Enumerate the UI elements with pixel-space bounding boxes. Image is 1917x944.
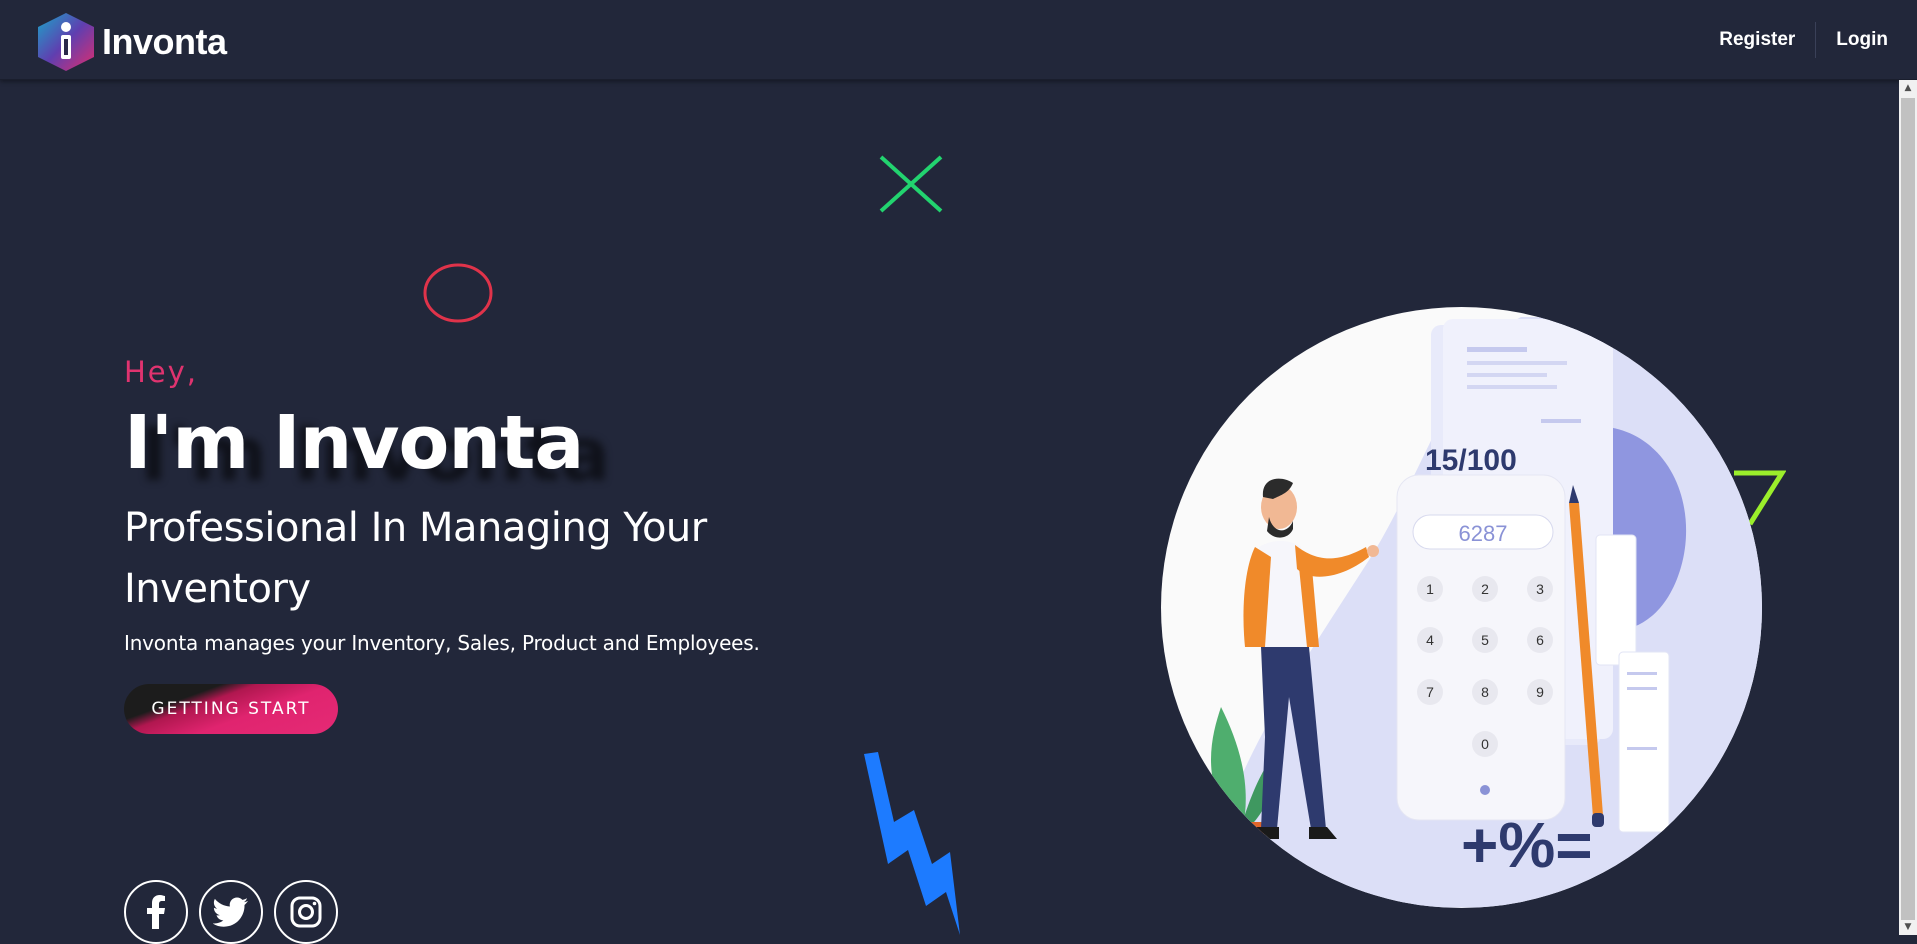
hero-subtitle: Professional In Managing Your Inventory: [124, 505, 707, 612]
svg-text:2: 2: [1481, 581, 1489, 597]
svg-text:1: 1: [1426, 581, 1434, 597]
page-scrollbar[interactable]: ▲ ▼: [1899, 80, 1917, 935]
svg-text:5: 5: [1481, 632, 1489, 648]
svg-text:9: 9: [1536, 684, 1544, 700]
hero-description: Invonta manages your Inventory, Sales, P…: [124, 631, 760, 655]
hero-title-wrap: I'm Invonta I'm Invonta: [124, 400, 610, 500]
svg-text:0: 0: [1481, 736, 1489, 752]
instagram-icon: [290, 896, 322, 928]
top-navbar: Invonta Register Login: [0, 0, 1917, 80]
brand-name: Invonta: [102, 21, 227, 62]
facebook-icon: [147, 895, 165, 929]
green-x-shape: [879, 155, 943, 213]
getting-start-button[interactable]: GETTING START: [124, 684, 338, 734]
svg-text:3: 3: [1536, 581, 1544, 597]
logo-hexagon-icon: [38, 13, 94, 71]
hero-title: I'm Invonta: [124, 400, 584, 486]
brand-logo[interactable]: Invonta: [34, 11, 227, 73]
illustration-display: 6287: [1459, 521, 1508, 546]
svg-text:8: 8: [1481, 684, 1489, 700]
scroll-down-arrow-icon[interactable]: ▼: [1899, 919, 1917, 935]
svg-text:6: 6: [1536, 632, 1544, 648]
scrollbar-thumb[interactable]: [1901, 98, 1915, 920]
accounting-illustration: 15/100 6287 1 2 3 4 5 6 7 8 9 0 +%=: [1189, 317, 1762, 908]
social-links: [124, 880, 338, 944]
instagram-link[interactable]: [274, 880, 338, 944]
twitter-link[interactable]: [199, 880, 263, 944]
blue-lightning-shape: [864, 752, 960, 935]
scroll-up-arrow-icon[interactable]: ▲: [1899, 80, 1917, 96]
facebook-link[interactable]: [124, 880, 188, 944]
hero-greeting: Hey,: [124, 355, 199, 389]
twitter-icon: [213, 897, 248, 927]
login-link[interactable]: Login: [1816, 29, 1917, 51]
illustration-symbols: +%=: [1461, 809, 1593, 881]
svg-text:4: 4: [1426, 632, 1434, 648]
register-link[interactable]: Register: [1699, 29, 1815, 51]
top-nav: Register Login: [1699, 22, 1917, 58]
svg-text:7: 7: [1426, 684, 1434, 700]
hero-illustration: 15/100 6287 1 2 3 4 5 6 7 8 9 0 +%=: [1161, 307, 1762, 908]
getting-start-label: GETTING START: [151, 699, 311, 719]
red-circle-shape: [423, 263, 493, 323]
illustration-score: 15/100: [1425, 444, 1517, 477]
